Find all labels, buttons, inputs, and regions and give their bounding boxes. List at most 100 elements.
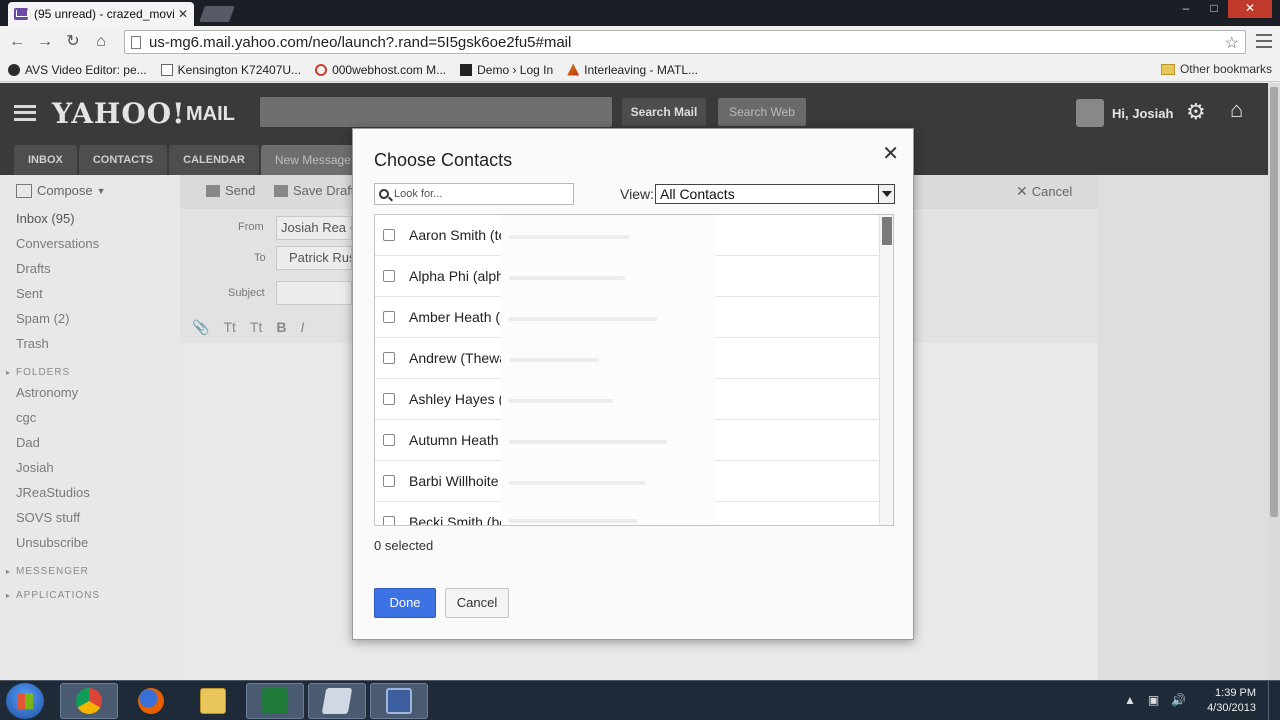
subject-field[interactable]	[276, 281, 352, 305]
mail-search-input[interactable]	[260, 97, 612, 127]
contact-checkbox[interactable]	[383, 516, 395, 525]
bookmark-item[interactable]: AVS Video Editor: pe...	[8, 63, 147, 77]
network-icon[interactable]: ▣	[1148, 693, 1159, 707]
nav-item-spam[interactable]: Spam (2)	[16, 311, 100, 336]
blurred-text	[509, 440, 667, 444]
nav-item-inbox[interactable]: Inbox (95)	[16, 211, 100, 236]
home-icon[interactable]: ⌂	[1230, 97, 1243, 123]
home-icon[interactable]: ⌂	[90, 31, 112, 53]
to-field[interactable]: Patrick Rus	[276, 246, 352, 270]
folder-item[interactable]: Josiah	[16, 460, 100, 485]
show-desktop-button[interactable]	[1268, 681, 1280, 720]
forward-arrow-icon[interactable]: →	[34, 31, 56, 53]
text-size-button[interactable]: Tt	[223, 319, 235, 336]
contact-checkbox[interactable]	[383, 229, 395, 241]
taskbar-video[interactable]	[370, 683, 428, 719]
contact-checkbox[interactable]	[383, 311, 395, 323]
nav-item-sent[interactable]: Sent	[16, 286, 100, 311]
search-web-button[interactable]: Search Web	[718, 98, 806, 126]
hamburger-menu-icon[interactable]	[14, 105, 36, 121]
mail-tabs: INBOX CONTACTS CALENDAR New Message	[14, 145, 367, 175]
avatar[interactable]	[1076, 99, 1104, 127]
folder-item[interactable]: Astronomy	[16, 385, 100, 410]
compose-button[interactable]: Compose ▼	[16, 183, 106, 198]
bookmark-star-icon[interactable]: ☆	[1225, 33, 1239, 53]
contact-search-field[interactable]	[374, 183, 574, 205]
tab-calendar[interactable]: CALENDAR	[169, 145, 259, 175]
close-icon[interactable]: ✕	[882, 141, 899, 166]
address-bar[interactable]: us-mg6.mail.yahoo.com/neo/launch?.rand=5…	[124, 30, 1246, 54]
applications-header[interactable]: APPLICATIONS	[6, 584, 100, 608]
from-field[interactable]: Josiah Rea <	[276, 216, 352, 240]
contact-checkbox[interactable]	[383, 475, 395, 487]
gear-icon[interactable]: ⚙	[1186, 99, 1206, 125]
contact-checkbox[interactable]	[383, 270, 395, 282]
messenger-header[interactable]: MESSENGER	[6, 560, 100, 584]
nav-item-trash[interactable]: Trash	[16, 336, 100, 361]
folder-item[interactable]: Dad	[16, 435, 100, 460]
contact-checkbox[interactable]	[383, 393, 395, 405]
contact-checkbox[interactable]	[383, 434, 395, 446]
nav-list: Inbox (95) Conversations Drafts Sent Spa…	[6, 211, 100, 608]
page-icon	[131, 35, 141, 49]
nav-item-drafts[interactable]: Drafts	[16, 261, 100, 286]
other-bookmarks[interactable]: Other bookmarks	[1160, 62, 1272, 76]
italic-button[interactable]: I	[300, 319, 304, 336]
user-greeting[interactable]: Hi, Josiah	[1112, 106, 1173, 121]
folders-header[interactable]: FOLDERS	[6, 361, 100, 385]
folder-item[interactable]: JReaStudios	[16, 485, 100, 510]
bookmark-item[interactable]: 000webhost.com M...	[315, 63, 446, 77]
browser-toolbar: ← → ↻ ⌂ us-mg6.mail.yahoo.com/neo/launch…	[0, 26, 1280, 58]
scrollbar-thumb[interactable]	[882, 217, 892, 245]
contact-name: Autumn Heath (	[409, 432, 508, 448]
reload-icon[interactable]: ↻	[62, 31, 84, 53]
cancel-button[interactable]: Cancel	[445, 588, 509, 618]
maximize-icon[interactable]: □	[1200, 0, 1228, 18]
back-arrow-icon[interactable]: ←	[6, 31, 28, 53]
page-scrollbar[interactable]	[1268, 83, 1280, 680]
taskbar-excel[interactable]	[246, 683, 304, 719]
nav-item-conversations[interactable]: Conversations	[16, 236, 100, 261]
compose-cancel-button[interactable]: ✕ Cancel	[1016, 183, 1072, 200]
save-draft-button[interactable]: Save Draft	[274, 183, 354, 198]
chrome-menu-icon[interactable]	[1256, 34, 1272, 48]
folder-item[interactable]: Unsubscribe	[16, 535, 100, 560]
text-font-button[interactable]: Tt	[250, 319, 262, 336]
folder-item[interactable]: SOVS stuff	[16, 510, 100, 535]
bookmark-item[interactable]: Demo › Log In	[460, 63, 553, 77]
tab-contacts[interactable]: CONTACTS	[78, 145, 168, 175]
scrollbar-thumb[interactable]	[1270, 87, 1278, 517]
attachment-icon[interactable]: 📎	[192, 319, 209, 336]
contact-name: Aaron Smith (te	[409, 227, 507, 243]
volume-icon[interactable]: 🔊	[1171, 693, 1186, 707]
new-tab-button[interactable]	[199, 6, 235, 22]
matlab-icon	[567, 63, 580, 76]
tab-new-message[interactable]: New Message	[260, 145, 365, 175]
minimize-icon[interactable]: –	[1172, 0, 1200, 18]
taskbar-notes[interactable]	[308, 683, 366, 719]
tray-expand-icon[interactable]: ▲	[1124, 693, 1136, 707]
folder-item[interactable]: cgc	[16, 410, 100, 435]
contacts-scrollbar[interactable]	[879, 215, 893, 525]
bold-button[interactable]: B	[276, 319, 286, 336]
clock[interactable]: 1:39 PM 4/30/2013	[1207, 686, 1256, 716]
dropdown-arrow-icon[interactable]	[878, 185, 894, 203]
contact-search-input[interactable]	[394, 188, 564, 200]
tab-inbox[interactable]: INBOX	[14, 145, 77, 175]
taskbar-firefox[interactable]	[122, 683, 180, 719]
bookmark-item[interactable]: Kensington K72407U...	[160, 63, 301, 77]
blurred-text	[509, 358, 599, 362]
send-button[interactable]: Send	[206, 183, 255, 198]
tab-close-icon[interactable]: ✕	[178, 7, 188, 21]
done-button[interactable]: Done	[374, 588, 436, 618]
search-mail-button[interactable]: Search Mail	[622, 98, 706, 126]
taskbar-explorer[interactable]	[184, 683, 242, 719]
contact-checkbox[interactable]	[383, 352, 395, 364]
start-button[interactable]	[6, 683, 44, 719]
view-select[interactable]: All Contacts	[655, 184, 895, 204]
browser-tab[interactable]: (95 unread) - crazed_movi ✕	[8, 2, 194, 26]
yahoo-logo[interactable]: YAHOO!	[52, 97, 185, 130]
bookmark-item[interactable]: Interleaving - MATL...	[567, 63, 698, 77]
window-close-icon[interactable]: ✕	[1228, 0, 1272, 18]
taskbar-chrome[interactable]	[60, 683, 118, 719]
